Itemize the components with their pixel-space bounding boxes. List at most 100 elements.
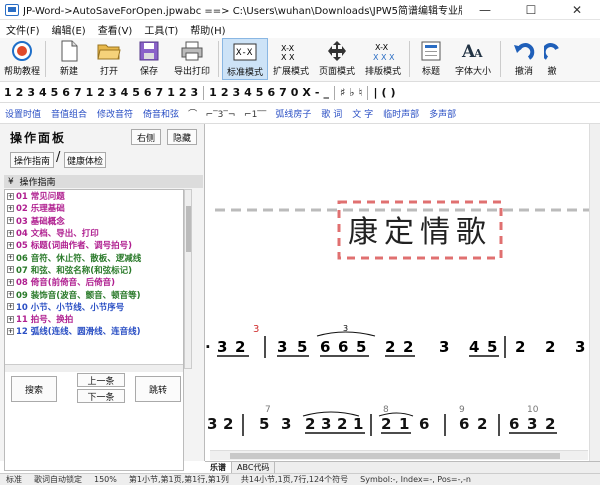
menu-help[interactable]: 帮助(H) bbox=[184, 22, 231, 37]
list-item[interactable]: +11 拍号、换拍 bbox=[5, 313, 183, 325]
temp-voice-link[interactable]: 临时声部 bbox=[378, 107, 424, 120]
expand-plus-icon[interactable]: + bbox=[7, 327, 14, 335]
note-6[interactable]: 6 bbox=[60, 86, 72, 99]
tab-abc-code[interactable]: ABC代码 bbox=[232, 462, 276, 473]
expand-plus-icon[interactable]: + bbox=[7, 303, 14, 311]
score-title[interactable]: 康定情歌 bbox=[348, 215, 492, 250]
help-tutorial-button[interactable]: 帮助教程 bbox=[2, 38, 42, 80]
menu-edit[interactable]: 编辑(E) bbox=[46, 22, 92, 37]
close-button[interactable]: ✕ bbox=[554, 0, 600, 20]
standard-mode-button[interactable]: X-X 标准模式 bbox=[222, 38, 268, 80]
list-item[interactable]: +03 基础概念 bbox=[5, 215, 183, 227]
note-2-high[interactable]: 2 bbox=[177, 86, 189, 99]
list-item[interactable]: +04 文档、导出、打印 bbox=[5, 227, 183, 239]
scroll-thumb[interactable] bbox=[186, 206, 191, 252]
note-5-low[interactable]: 5 bbox=[130, 86, 142, 99]
list-item[interactable]: +10 小节、小节线、小节序号 bbox=[5, 301, 183, 313]
expand-plus-icon[interactable]: + bbox=[7, 241, 14, 249]
redo-button[interactable]: 撤 bbox=[544, 38, 560, 80]
font-size-button[interactable]: AA 字体大小 bbox=[449, 38, 497, 80]
note-rest-2[interactable]: 2 bbox=[219, 86, 231, 99]
score-hscroll[interactable] bbox=[210, 450, 588, 460]
expand-plus-icon[interactable]: + bbox=[7, 192, 14, 200]
note-rest-3[interactable]: 3 bbox=[230, 86, 242, 99]
note-1-high[interactable]: 1 bbox=[165, 86, 177, 99]
set-duration-link[interactable]: 设置时值 bbox=[0, 107, 46, 120]
page-mode-button[interactable]: 页面模式 bbox=[314, 38, 360, 80]
note-underline[interactable]: _ bbox=[321, 86, 331, 99]
list-item[interactable]: +01 常见问题 bbox=[5, 190, 183, 202]
tab-score[interactable]: 乐谱 bbox=[205, 462, 232, 473]
search-button[interactable]: 搜索 bbox=[11, 376, 57, 402]
layout-mode-button[interactable]: X-X X X X 排版模式 bbox=[360, 38, 406, 80]
menu-view[interactable]: 查看(V) bbox=[92, 22, 139, 37]
list-item[interactable]: +05 标题(词曲作者、调号拍号) bbox=[5, 239, 183, 251]
next-item-button[interactable]: 下一条 bbox=[77, 389, 125, 403]
extended-mode-button[interactable]: X-X X X 扩展模式 bbox=[268, 38, 314, 80]
undo-button[interactable]: 撤消 bbox=[504, 38, 544, 80]
list-item[interactable]: +07 和弦、和弦名称(和弦标记) bbox=[5, 264, 183, 276]
sharp-button[interactable]: ♯ bbox=[338, 86, 347, 99]
expand-plus-icon[interactable]: + bbox=[7, 266, 14, 274]
modify-note-link[interactable]: 修改音符 bbox=[92, 107, 138, 120]
minimize-button[interactable]: — bbox=[462, 0, 508, 20]
note-rest-6[interactable]: 6 bbox=[265, 86, 277, 99]
list-hscroll[interactable] bbox=[5, 364, 183, 372]
paren-close-button[interactable]: ) bbox=[389, 86, 398, 99]
save-button[interactable]: 保存 bbox=[129, 38, 169, 80]
guide-scrollbar[interactable] bbox=[184, 189, 192, 369]
note-rest-7[interactable]: 7 bbox=[277, 86, 289, 99]
note-group-link[interactable]: 音值组合 bbox=[46, 107, 92, 120]
note-6-low[interactable]: 6 bbox=[142, 86, 154, 99]
expand-plus-icon[interactable]: + bbox=[7, 278, 14, 286]
list-item[interactable]: +12 弧线(连线、圆滑线、连音线) bbox=[5, 325, 183, 337]
note-2-low[interactable]: 2 bbox=[95, 86, 107, 99]
expand-plus-icon[interactable]: + bbox=[7, 217, 14, 225]
natural-button[interactable]: ♮ bbox=[357, 86, 365, 99]
note-7[interactable]: 7 bbox=[72, 86, 84, 99]
list-item[interactable]: +02 乐理基础 bbox=[5, 202, 183, 214]
barline-button[interactable]: | bbox=[371, 86, 379, 99]
note-3[interactable]: 3 bbox=[25, 86, 37, 99]
paren-open-button[interactable]: ( bbox=[379, 86, 388, 99]
note-2[interactable]: 2 bbox=[14, 86, 26, 99]
new-button[interactable]: 新建 bbox=[49, 38, 89, 80]
lyrics-link[interactable]: 歌 词 bbox=[316, 107, 347, 120]
flat-button[interactable]: ♭ bbox=[347, 86, 356, 99]
collapse-icon[interactable]: ¥ bbox=[8, 177, 19, 187]
jump-button[interactable]: 跳转 bbox=[135, 376, 181, 402]
menu-file[interactable]: 文件(F) bbox=[0, 22, 46, 37]
note-3-high[interactable]: 3 bbox=[189, 86, 201, 99]
expand-plus-icon[interactable]: + bbox=[7, 315, 14, 323]
maximize-button[interactable]: ☐ bbox=[508, 0, 554, 20]
expand-plus-icon[interactable]: + bbox=[7, 291, 14, 299]
note-1[interactable]: 1 bbox=[2, 86, 14, 99]
expand-plus-icon[interactable]: + bbox=[7, 254, 14, 262]
menu-tools[interactable]: 工具(T) bbox=[138, 22, 184, 37]
health-check-tab[interactable]: 健康体检 bbox=[64, 152, 106, 168]
right-side-button[interactable]: 右侧 bbox=[131, 129, 161, 145]
text-link[interactable]: 文 字 bbox=[347, 107, 378, 120]
expand-plus-icon[interactable]: + bbox=[7, 229, 14, 237]
list-item[interactable]: +08 倚音(前倚音、后倚音) bbox=[5, 276, 183, 288]
note-dash[interactable]: - bbox=[313, 86, 322, 99]
title-button[interactable]: 标题 bbox=[413, 38, 449, 80]
score-canvas[interactable]: 康定情歌 3 · 3 2 3 5 3 6 6 5 2 2 3 4 5 2 2 3… bbox=[205, 124, 589, 461]
slur-shapes-icon[interactable]: ⌒ ⌐‾3‾¬ ⌐1‾‾ bbox=[184, 107, 270, 120]
grace-chord-link[interactable]: 倚音和弦 bbox=[138, 107, 184, 120]
note-rest-1[interactable]: 1 bbox=[207, 86, 219, 99]
note-4[interactable]: 4 bbox=[37, 86, 49, 99]
note-3-low[interactable]: 3 bbox=[107, 86, 119, 99]
note-zero[interactable]: 0 bbox=[289, 86, 301, 99]
open-button[interactable]: 打开 bbox=[89, 38, 129, 80]
score-vscroll[interactable] bbox=[589, 124, 600, 461]
expand-plus-icon[interactable]: + bbox=[7, 204, 14, 212]
note-5[interactable]: 5 bbox=[49, 86, 61, 99]
list-item[interactable]: +06 音符、休止符、散板、逻减线 bbox=[5, 251, 183, 264]
note-7-low[interactable]: 7 bbox=[154, 86, 166, 99]
note-4-low[interactable]: 4 bbox=[119, 86, 131, 99]
note-rest-5[interactable]: 5 bbox=[254, 86, 266, 99]
note-1-low[interactable]: 1 bbox=[84, 86, 96, 99]
note-rest-4[interactable]: 4 bbox=[242, 86, 254, 99]
arc-house-link[interactable]: 弧线房子 bbox=[270, 107, 316, 120]
